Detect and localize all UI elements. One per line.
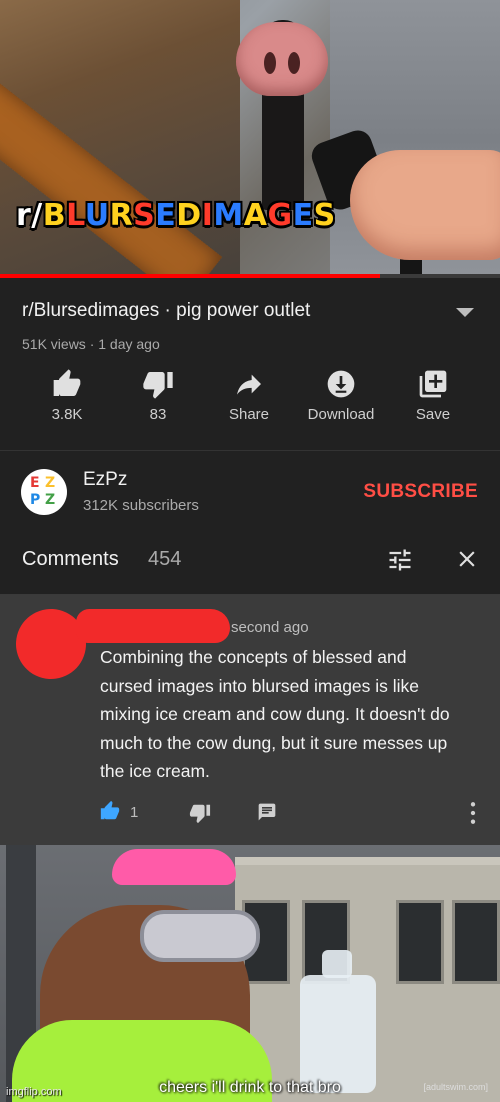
overlay-letter: I: [201, 198, 214, 233]
overlay-letter: A: [243, 198, 268, 233]
overlay-letter: G: [267, 198, 293, 233]
comments-title: Comments: [22, 548, 119, 570]
overlay-letter: r/: [16, 198, 43, 233]
comment-dislike-icon[interactable]: [188, 802, 212, 824]
video-title[interactable]: r/Blursedimages · pig power outlet: [22, 300, 310, 322]
comment-item: second ago Combining the concepts of ble…: [0, 595, 500, 845]
overlay-letter: E: [292, 198, 314, 233]
bottle-neck: [322, 950, 352, 978]
comment-time: second ago: [231, 619, 309, 636]
goggles: [140, 910, 260, 962]
thumb-down-icon: [143, 372, 173, 399]
reply-icon[interactable]: [256, 802, 278, 822]
overlay-letter: R: [109, 198, 134, 233]
like-button[interactable]: 3.8K: [27, 368, 107, 423]
avatar-letter: Z: [45, 492, 56, 508]
overlay-letter: S: [313, 198, 336, 233]
dislike-button[interactable]: 83: [118, 368, 198, 423]
channel-row: E Z P Z EzPz 312K subscribers SUBSCRIBE: [0, 450, 500, 531]
comment-text: Combining the concepts of blessed and cu…: [100, 647, 450, 781]
download-icon: [327, 370, 355, 398]
video-actions: 3.8K 83 Share Download Save: [0, 368, 500, 428]
thumbnail-overlay-text: r/BLURSEDIMAGES: [16, 198, 336, 233]
download-button[interactable]: Download: [301, 368, 381, 423]
overlay-letter: E: [155, 198, 177, 233]
video-thumbnail[interactable]: r/BLURSEDIMAGES: [0, 0, 500, 278]
comments-count: 454: [148, 548, 182, 570]
comment-actions: 1: [0, 800, 500, 830]
comments-header: Comments 454: [0, 530, 500, 595]
channel-avatar[interactable]: E Z P Z: [21, 469, 67, 515]
hand-image: [350, 150, 500, 260]
building-window: [396, 900, 444, 984]
redacted-username: [76, 609, 230, 643]
subscribe-button[interactable]: SUBSCRIBE: [363, 481, 478, 503]
adultswim-watermark: [adultswim.com]: [423, 1082, 488, 1092]
close-icon[interactable]: [454, 546, 480, 572]
share-button[interactable]: Share: [209, 368, 289, 423]
water-bottle: [300, 975, 376, 1093]
more-options-icon[interactable]: [468, 800, 478, 826]
overlay-letter: D: [176, 198, 202, 233]
pig-snout-image: [236, 22, 328, 96]
like-count: 3.8K: [51, 406, 83, 423]
overlay-letter: M: [213, 198, 244, 233]
share-label: Share: [228, 406, 270, 423]
channel-name[interactable]: EzPz: [83, 469, 127, 491]
comment-like-icon[interactable]: [98, 800, 122, 822]
expand-description-icon[interactable]: [456, 308, 474, 317]
overlay-letter: S: [133, 198, 156, 233]
building-window: [452, 900, 500, 984]
save-icon: [419, 370, 447, 398]
video-info: r/Blursedimages · pig power outlet 51K v…: [0, 278, 500, 450]
avatar-letter: P: [30, 492, 41, 508]
save-label: Save: [415, 406, 451, 423]
overlay-letter: U: [84, 198, 110, 233]
overlay-letter: B: [42, 198, 67, 233]
comment-like-count: 1: [130, 804, 139, 821]
save-button[interactable]: Save: [393, 368, 473, 423]
imgflip-watermark: imgflip.com: [6, 1086, 62, 1098]
channel-subscribers: 312K subscribers: [83, 497, 199, 514]
pink-hat: [112, 849, 236, 885]
sort-comments-icon[interactable]: [386, 546, 414, 574]
download-label: Download: [307, 406, 375, 423]
video-meta: 51K views · 1 day ago: [22, 336, 160, 352]
meme-image: cheers i'll drink to that bro imgflip.co…: [0, 845, 500, 1102]
dislike-count: 83: [149, 406, 167, 423]
avatar-letter: Z: [45, 475, 56, 491]
share-icon: [237, 374, 261, 395]
overlay-letter: L: [66, 198, 85, 233]
avatar-letter: E: [30, 475, 40, 491]
thumb-up-icon: [53, 369, 81, 396]
